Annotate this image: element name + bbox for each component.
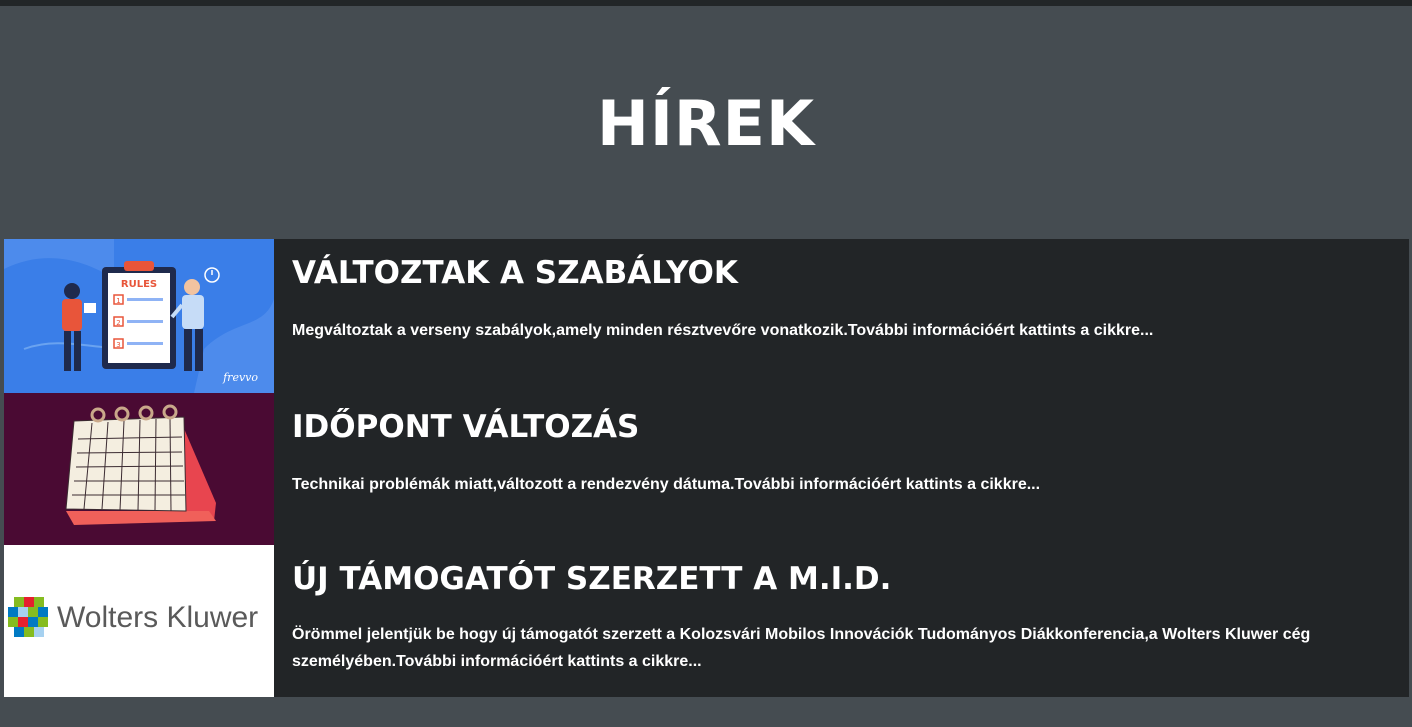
news-title[interactable]: VÁLTOZTAK A SZABÁLYOK xyxy=(292,253,738,293)
news-excerpt[interactable]: Technikai problémák miatt,változott a re… xyxy=(292,471,1392,498)
news-excerpt[interactable]: Megváltoztak a verseny szabályok,amely m… xyxy=(292,317,1392,344)
rules-label: RULES xyxy=(121,279,157,290)
news-title[interactable]: IDŐPONT VÁLTOZÁS xyxy=(292,407,639,447)
rule-number: 2 xyxy=(116,319,120,327)
news-title[interactable]: ÚJ TÁMOGATÓT SZERZETT A M.I.D. xyxy=(292,559,891,599)
news-item[interactable]: RULES 1 2 3 frevvo VÁLTOZTAK A SZABÁLYOK… xyxy=(4,239,1409,393)
top-bar xyxy=(0,0,1412,6)
news-thumbnail[interactable]: RULES 1 2 3 frevvo xyxy=(4,239,274,393)
frevvo-logo-text: frevvo xyxy=(222,371,258,384)
wolters-kluwer-logo: Wolters Kluwer xyxy=(4,545,274,697)
news-excerpt[interactable]: Örömmel jelentjük be hogy új támogatót s… xyxy=(292,621,1392,675)
wolters-kluwer-logo-text: Wolters Kluwer xyxy=(57,601,258,634)
news-item[interactable]: Wolters Kluwer ÚJ TÁMOGATÓT SZERZETT A M… xyxy=(4,545,1409,697)
news-thumbnail[interactable] xyxy=(4,393,274,545)
desk-calendar-illustration xyxy=(4,393,274,545)
page-title: HÍREK xyxy=(596,87,816,160)
news-thumbnail[interactable]: Wolters Kluwer xyxy=(4,545,274,697)
news-item[interactable]: IDŐPONT VÁLTOZÁS Technikai problémák mia… xyxy=(4,393,1409,545)
news-list: RULES 1 2 3 frevvo VÁLTOZTAK A SZABÁLYOK… xyxy=(4,239,1409,697)
rule-number: 1 xyxy=(116,297,120,305)
rules-clipboard-illustration: RULES 1 2 3 frevvo xyxy=(4,239,274,393)
rule-number: 3 xyxy=(116,341,120,349)
wolters-kluwer-mark-icon xyxy=(8,597,48,637)
